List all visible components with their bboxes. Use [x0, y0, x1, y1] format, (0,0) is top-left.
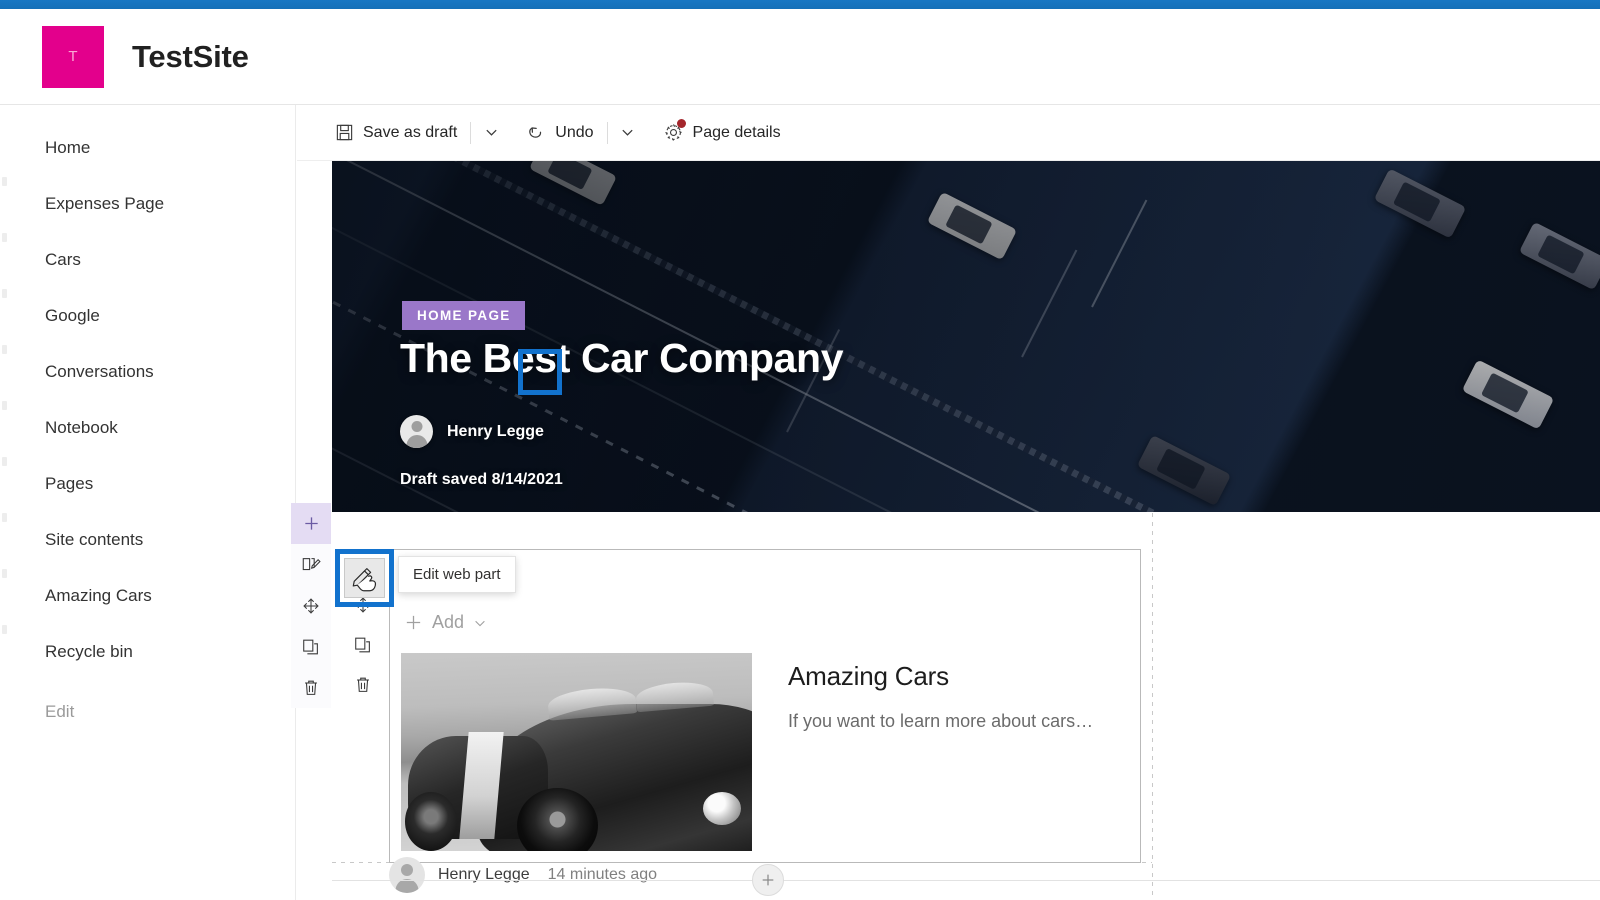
- copy-icon: [353, 635, 373, 655]
- delete-section-button[interactable]: [291, 667, 331, 708]
- save-floppy-icon: [335, 123, 354, 142]
- save-options-chevron[interactable]: [474, 113, 508, 153]
- hero-category-badge: HOME PAGE: [402, 301, 525, 330]
- sidebar-item-conversations[interactable]: Conversations: [0, 344, 295, 400]
- sidebar-item-label: Conversations: [45, 362, 154, 381]
- page-details-notification-badge: [676, 118, 686, 128]
- sidebar-item-recycle-bin[interactable]: Recycle bin: [0, 624, 295, 680]
- plus-icon: [302, 514, 321, 533]
- undo-label: Undo: [555, 123, 594, 141]
- site-logo-letter: T: [68, 48, 78, 65]
- site-header: T TestSite: [0, 9, 1600, 104]
- sidebar-item-label: Home: [45, 138, 91, 157]
- news-thumbnail: [401, 653, 752, 851]
- draft-status-text: Draft saved 8/14/2021: [400, 471, 563, 488]
- sidebar-item-site-contents[interactable]: Site contents: [0, 512, 295, 568]
- edit-web-part-button[interactable]: [344, 558, 385, 598]
- news-card[interactable]: Amazing Cars If you want to learn more a…: [401, 653, 1129, 851]
- trash-icon: [301, 678, 321, 698]
- edit-web-part-tooltip: Edit web part: [398, 556, 516, 593]
- sidebar-item-label: Edit: [45, 702, 75, 721]
- edit-section-button[interactable]: [291, 544, 331, 585]
- sidebar-item-cars[interactable]: Cars: [0, 232, 295, 288]
- copy-icon: [301, 637, 321, 657]
- hero-banner[interactable]: HOME PAGE The Best Car Company Henry Leg…: [332, 161, 1600, 512]
- sidebar-item-label: Pages: [45, 474, 94, 493]
- sidebar-item-amazing-cars[interactable]: Amazing Cars: [0, 568, 295, 624]
- sidebar-item-notebook[interactable]: Notebook: [0, 400, 295, 456]
- add-news-button[interactable]: Add: [404, 612, 487, 633]
- sidebar-item-label: Site contents: [45, 530, 144, 549]
- sidebar-item-label: Recycle bin: [45, 642, 133, 661]
- chevron-down-icon: [620, 125, 635, 140]
- sidebar-item-label: Cars: [45, 250, 81, 269]
- undo-button[interactable]: Undo: [516, 113, 603, 153]
- sidebar-item-label: Amazing Cars: [45, 586, 152, 605]
- save-as-draft-button[interactable]: Save as draft: [325, 113, 467, 153]
- undo-options-chevron[interactable]: [611, 113, 645, 153]
- page-details-button[interactable]: Page details: [653, 113, 791, 153]
- avatar: [389, 857, 425, 893]
- add-news-label: Add: [432, 612, 465, 632]
- delete-web-part-button[interactable]: [343, 665, 383, 705]
- undo-arrow-icon: [526, 123, 546, 143]
- section-toolbar: [291, 503, 331, 708]
- plus-icon: [404, 613, 423, 632]
- duplicate-web-part-button[interactable]: [343, 625, 383, 665]
- add-section-divider: [332, 880, 1600, 881]
- sidebar-item-pages[interactable]: Pages: [0, 456, 295, 512]
- move-arrows-icon: [301, 596, 321, 616]
- sidebar-item-home[interactable]: Home: [0, 120, 295, 176]
- edit-pencil-icon: [301, 555, 321, 575]
- sidebar-edit-link[interactable]: Edit: [0, 684, 295, 740]
- news-timestamp: 14 minutes ago: [547, 866, 658, 883]
- command-separator: [470, 121, 472, 144]
- page-command-bar: Save as draft Undo Page details: [297, 105, 1600, 161]
- sharepoint-page-editor: T TestSite Home Expenses Page Cars Googl…: [0, 0, 1600, 900]
- hero-page-title[interactable]: The Best Car Company: [400, 335, 844, 382]
- news-body: Amazing Cars If you want to learn more a…: [788, 653, 1129, 851]
- sidebar-item-label: Google: [45, 306, 100, 325]
- annotation-box-title: [518, 349, 562, 395]
- news-byline: Henry Legge 14 minutes ago: [389, 857, 657, 893]
- add-section-bottom-button[interactable]: [752, 864, 784, 896]
- add-section-button[interactable]: [291, 503, 331, 544]
- avatar: [400, 415, 433, 448]
- trash-icon: [353, 675, 373, 695]
- browser-accent-bar: [0, 0, 1600, 9]
- sidebar-item-label: Expenses Page: [45, 194, 165, 213]
- move-section-button[interactable]: [291, 585, 331, 626]
- hero-author-name: Henry Legge: [447, 422, 544, 440]
- section-boundary-vertical: [1152, 513, 1153, 900]
- site-title: TestSite: [132, 38, 249, 74]
- news-author-name: Henry Legge: [438, 866, 530, 883]
- sidebar-item-label: Notebook: [45, 418, 118, 437]
- sidebar-item-expenses-page[interactable]: Expenses Page: [0, 176, 295, 232]
- duplicate-section-button[interactable]: [291, 626, 331, 667]
- left-navigation: Home Expenses Page Cars Google Conversat…: [0, 105, 296, 900]
- news-description: If you want to learn more about cars…: [788, 711, 1094, 731]
- chevron-down-icon: [473, 616, 487, 630]
- save-as-draft-label: Save as draft: [363, 123, 458, 141]
- page-details-label: Page details: [692, 123, 781, 141]
- chevron-down-icon: [484, 125, 499, 140]
- hero-author: Henry Legge: [400, 415, 544, 448]
- news-title[interactable]: Amazing Cars: [788, 661, 1129, 692]
- edit-pencil-icon: [350, 563, 380, 593]
- sidebar-item-google[interactable]: Google: [0, 288, 295, 344]
- clipped-edge-glyphs: [0, 130, 10, 670]
- plus-icon: [760, 872, 776, 888]
- command-separator: [606, 121, 608, 144]
- site-logo[interactable]: T: [42, 25, 104, 88]
